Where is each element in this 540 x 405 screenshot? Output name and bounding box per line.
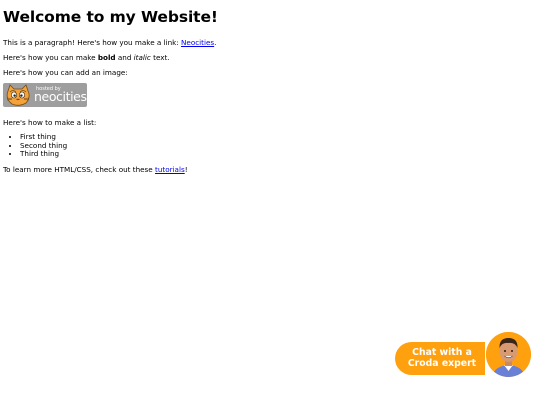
- list-item: First thing: [20, 132, 537, 142]
- expert-avatar-portrait: [486, 332, 531, 377]
- paragraph-learn: To learn more HTML/CSS, check out these …: [3, 165, 537, 174]
- badge-brand-text: neocities: [34, 89, 87, 104]
- bold-text: bold: [97, 53, 116, 62]
- paragraph-link-text: This is a paragraph! Here's how you make…: [3, 38, 182, 47]
- paragraph-image: Here's how you can add an image:: [3, 68, 128, 77]
- things-list: First thing Second thing Third thing: [3, 132, 537, 159]
- neocities-cat-icon: [6, 84, 30, 106]
- paragraph-format-text: Here's how you can make: [3, 53, 98, 62]
- paragraph-format: Here's how you can make bold and italic …: [3, 53, 537, 62]
- neocities-link[interactable]: Neocities: [181, 38, 214, 47]
- chat-pill[interactable]: Chat with a Croda expert: [395, 342, 485, 375]
- neocities-hosted-badge: hosted by neocities: [3, 83, 87, 107]
- chat-label-line1: Chat with a: [412, 347, 472, 358]
- list-item: Second thing: [20, 141, 537, 151]
- paragraph-format-middle: and: [115, 53, 134, 62]
- expert-avatar-icon[interactable]: [486, 332, 531, 377]
- chat-label-line2: Croda expert: [407, 358, 477, 369]
- main-content: Welcome to my Website! This is a paragra…: [3, 8, 537, 180]
- paragraph-learn-end: !: [184, 164, 188, 174]
- list-item: Third thing: [20, 149, 537, 159]
- page: Welcome to my Website! This is a paragra…: [0, 0, 540, 405]
- italic-text: italic: [133, 53, 151, 62]
- paragraph-list: Here's how to make a list:: [3, 118, 97, 127]
- paragraph-learn-text: To learn more HTML/CSS, check out these: [3, 164, 156, 174]
- page-title: Welcome to my Website!: [3, 8, 218, 26]
- tutorials-link[interactable]: tutorials: [155, 165, 185, 174]
- paragraph-link: This is a paragraph! Here's how you make…: [3, 38, 537, 47]
- chat-widget-button[interactable]: Chat with a Croda expert: [395, 332, 532, 378]
- paragraph-link-end: .: [214, 38, 217, 47]
- paragraph-format-end: text.: [150, 53, 170, 62]
